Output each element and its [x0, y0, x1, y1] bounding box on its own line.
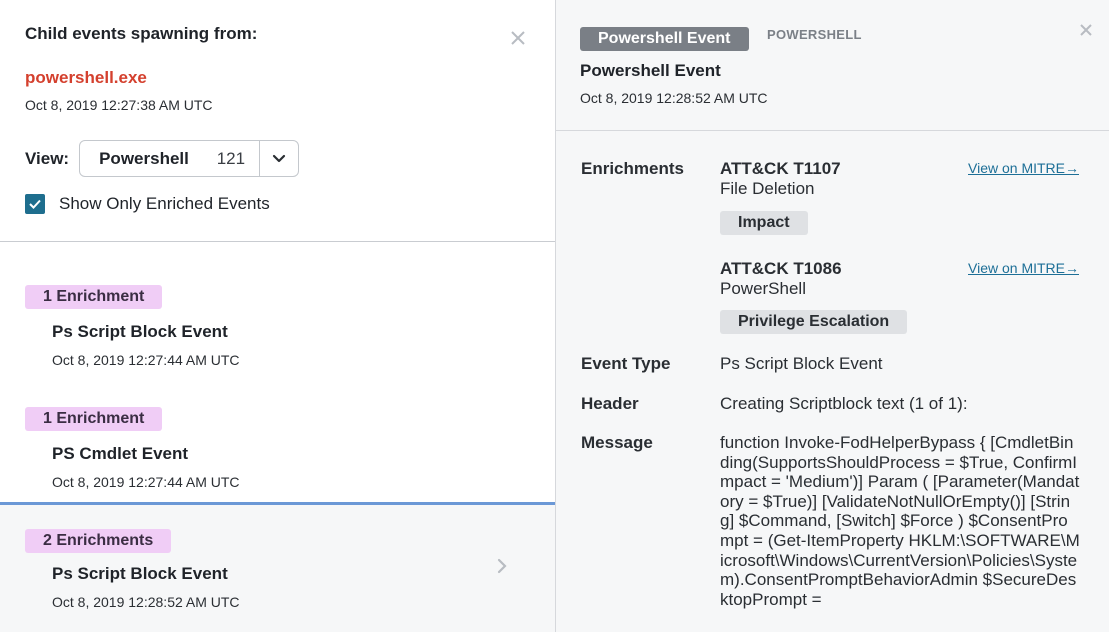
enriched-checkbox[interactable] — [25, 194, 45, 214]
attack-technique-id: ATT&CK T1107 — [720, 159, 841, 178]
event-name: PS Cmdlet Event — [52, 444, 189, 463]
view-count: 121 — [216, 148, 246, 168]
chevron-right-icon[interactable] — [496, 557, 508, 580]
enrichment-count-badge: 1 Enrichment — [25, 285, 163, 309]
close-icon[interactable] — [1078, 16, 1094, 42]
panel-title: Child events spawning from: — [25, 24, 258, 43]
event-title: Powershell Event — [580, 61, 721, 80]
view-on-mitre-link[interactable]: View on MITRE→ — [968, 160, 1079, 176]
enrichment-count-badge: 1 Enrichment — [25, 407, 163, 431]
close-icon[interactable] — [509, 25, 527, 51]
enrichment-count-badge: 2 Enrichments — [25, 529, 172, 553]
event-type-label: Event Type — [581, 354, 671, 373]
list-item-selected[interactable]: 2 Enrichments Ps Script Block Event Oct … — [0, 502, 555, 632]
chevron-down-icon[interactable] — [260, 154, 298, 164]
header-label: Header — [581, 394, 639, 413]
checkmark-icon — [29, 199, 41, 209]
event-type-value: Ps Script Block Event — [720, 354, 883, 373]
child-events-header: Child events spawning from: powershell.e… — [0, 0, 555, 242]
message-value: function Invoke-FodHelperBypass { [Cmdle… — [720, 433, 1080, 609]
parent-process-timestamp: Oct 8, 2019 12:27:38 AM UTC — [25, 97, 213, 113]
event-name: Ps Script Block Event — [52, 564, 228, 583]
list-item[interactable]: 1 Enrichment Ps Script Block Event Oct 8… — [0, 242, 555, 368]
enrichments-label: Enrichments — [581, 159, 684, 178]
view-on-mitre-link[interactable]: View on MITRE→ — [968, 260, 1079, 276]
event-source-label: POWERSHELL — [767, 27, 862, 42]
child-events-panel: Child events spawning from: powershell.e… — [0, 0, 555, 632]
view-filter: View: Powershell 121 — [25, 139, 300, 178]
enriched-filter: Show Only Enriched Events — [25, 194, 270, 214]
enriched-checkbox-label[interactable]: Show Only Enriched Events — [59, 194, 270, 214]
tactic-badge: Privilege Escalation — [720, 310, 908, 334]
tactic-badge: Impact — [720, 211, 808, 235]
view-label: View: — [25, 148, 70, 168]
attack-technique-name: PowerShell — [720, 279, 806, 298]
message-label: Message — [581, 433, 653, 452]
event-name: Ps Script Block Event — [52, 322, 228, 341]
view-selected-value: Powershell — [99, 148, 189, 168]
event-timestamp: Oct 8, 2019 12:27:44 AM UTC — [52, 474, 240, 490]
view-select[interactable]: Powershell 121 — [79, 140, 300, 177]
parent-process-name: powershell.exe — [25, 68, 147, 87]
event-detail-panel: Powershell Event POWERSHELL Powershell E… — [555, 0, 1109, 632]
event-timestamp: Oct 8, 2019 12:28:52 AM UTC — [580, 90, 768, 106]
event-type-tag: Powershell Event — [580, 27, 749, 51]
header-value: Creating Scriptblock text (1 of 1): — [720, 394, 968, 413]
attack-technique-name: File Deletion — [720, 179, 815, 198]
event-timestamp: Oct 8, 2019 12:28:52 AM UTC — [52, 594, 240, 610]
list-item[interactable]: 1 Enrichment PS Cmdlet Event Oct 8, 2019… — [0, 364, 555, 490]
event-detail-header: Powershell Event POWERSHELL Powershell E… — [556, 0, 1109, 131]
attack-technique-id: ATT&CK T1086 — [720, 259, 842, 278]
